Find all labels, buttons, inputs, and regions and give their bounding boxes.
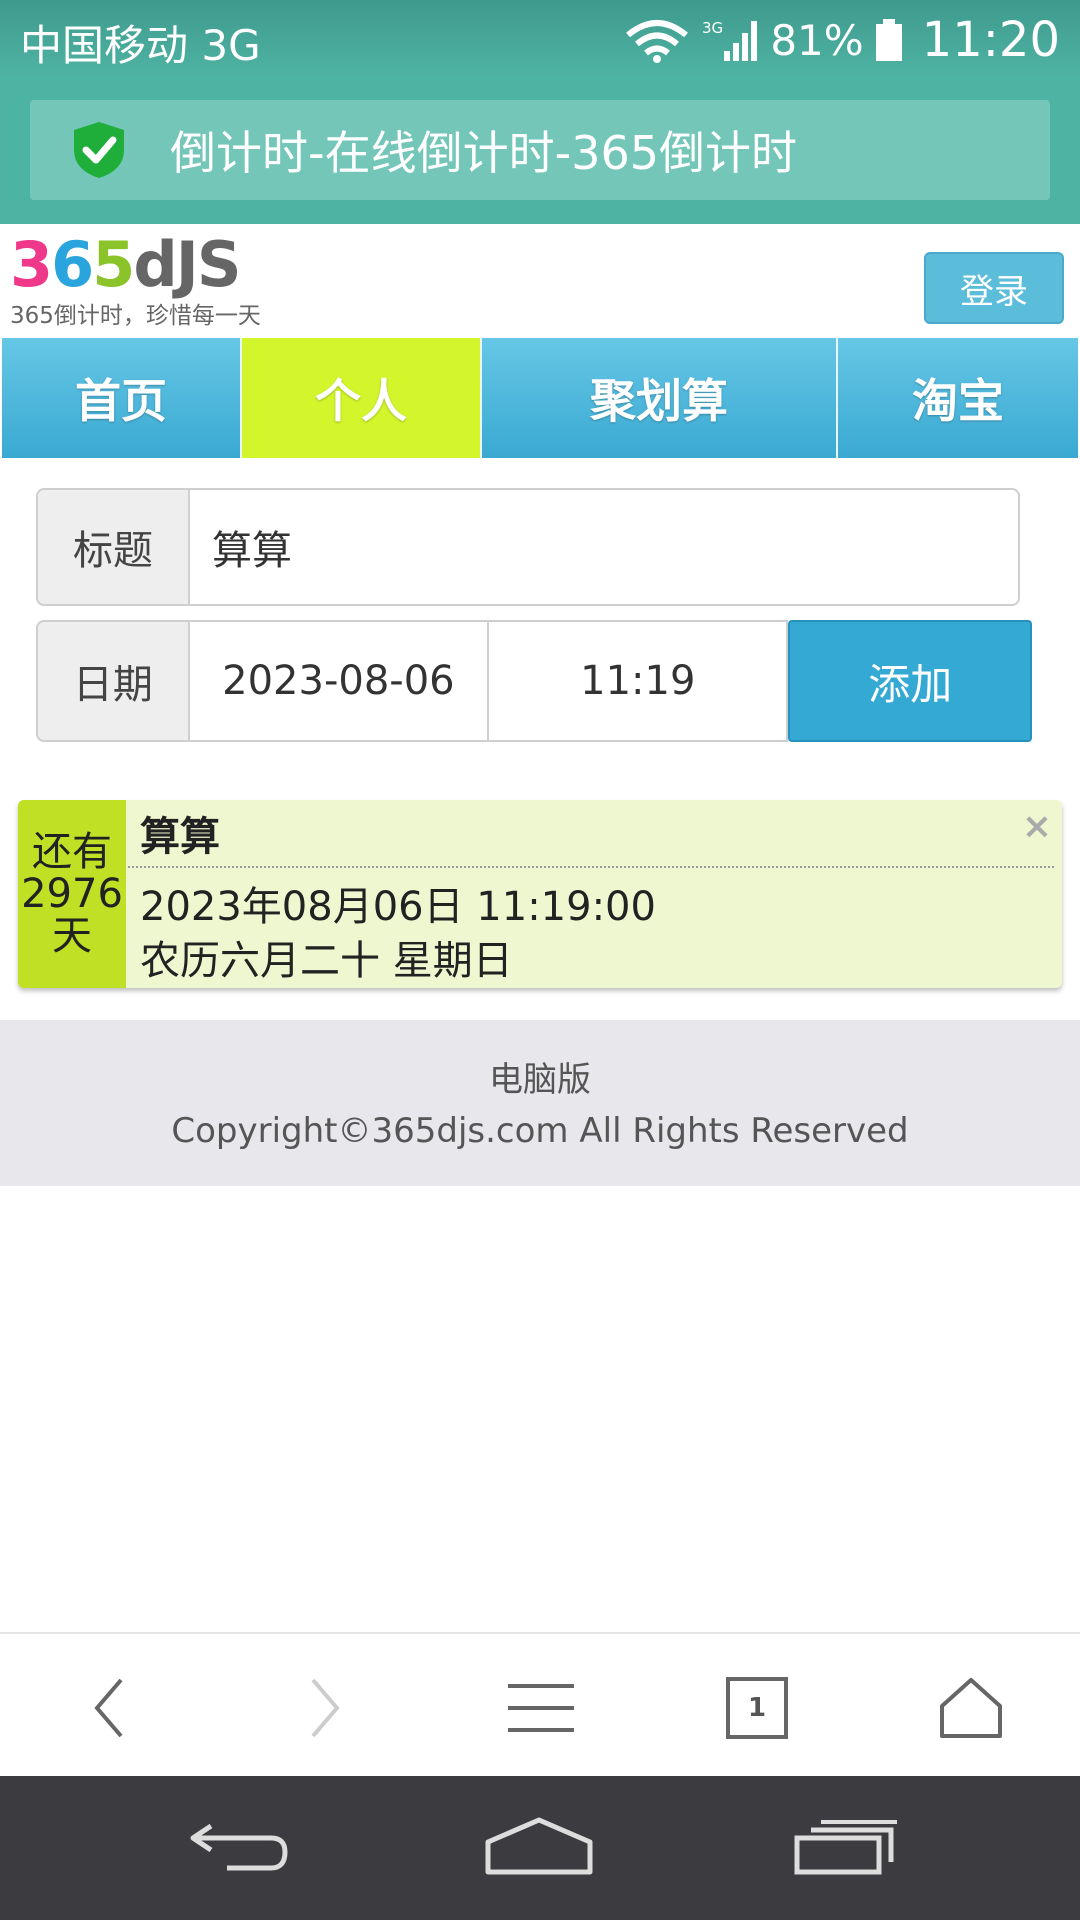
forward-button[interactable] bbox=[280, 1668, 370, 1748]
days-remaining-badge: 还有 2976 天 bbox=[18, 800, 126, 988]
title-input[interactable]: 算算 bbox=[190, 488, 1020, 606]
battery-percent: 81% bbox=[770, 15, 864, 65]
clock: 11:20 bbox=[921, 12, 1060, 68]
logo-mark: 365dJS bbox=[10, 228, 242, 301]
system-back-button[interactable] bbox=[184, 1806, 294, 1886]
time-input[interactable]: 11:19 bbox=[489, 620, 789, 742]
tabs-button[interactable]: 1 bbox=[712, 1668, 802, 1748]
nav-item-juhuasuan[interactable]: 聚划算 bbox=[482, 338, 838, 458]
browser-toolbar: 1 bbox=[0, 1632, 1080, 1778]
network-type-label: 3G bbox=[702, 19, 723, 37]
address-bar[interactable]: 倒计时-在线倒计时-365倒计时 bbox=[30, 100, 1050, 200]
recents-icon bbox=[794, 1820, 897, 1875]
menu-button[interactable] bbox=[496, 1668, 586, 1748]
back-icon bbox=[94, 1678, 123, 1738]
title-label: 标题 bbox=[36, 488, 190, 606]
title-row: 标题 算算 bbox=[36, 488, 1020, 606]
system-back-icon bbox=[190, 1823, 288, 1871]
home-button[interactable] bbox=[926, 1668, 1016, 1748]
site-footer: 电脑版 Copyright©365djs.com All Rights Rese… bbox=[0, 1020, 1080, 1186]
site-logo[interactable]: 365dJS 365倒计时，珍惜每一天 bbox=[10, 232, 261, 330]
shield-check-icon bbox=[74, 122, 124, 178]
days-prefix: 还有 bbox=[32, 829, 112, 875]
add-button[interactable]: 添加 bbox=[788, 620, 1032, 742]
login-button[interactable]: 登录 bbox=[924, 252, 1064, 324]
wifi-icon bbox=[626, 20, 689, 63]
countdown-card[interactable]: 还有 2976 天 算算 × 2023年08月06日 11:19:00 农历六月… bbox=[18, 800, 1062, 988]
system-home-button[interactable] bbox=[484, 1806, 594, 1886]
status-bar: 中国移动 3G 3G 81% 11:20 bbox=[0, 0, 1080, 76]
home-icon bbox=[940, 1678, 1002, 1738]
back-button[interactable] bbox=[64, 1668, 154, 1748]
tabs-icon: 1 bbox=[726, 1677, 788, 1739]
main-nav: 首页 个人 聚划算 淘宝 bbox=[2, 338, 1080, 458]
signal-icon: 3G bbox=[702, 19, 758, 61]
desktop-version-link[interactable]: 电脑版 bbox=[0, 1052, 1080, 1101]
recents-button[interactable] bbox=[790, 1806, 900, 1886]
nav-item-personal[interactable]: 个人 bbox=[242, 338, 482, 458]
date-input[interactable]: 2023-08-06 bbox=[189, 620, 490, 742]
site-slogan: 365倒计时，珍惜每一天 bbox=[10, 303, 261, 329]
carrier-label: 中国移动 3G bbox=[20, 21, 261, 70]
date-row: 日期 2023-08-06 11:19 添加 bbox=[36, 620, 1032, 742]
system-nav-bar bbox=[0, 1776, 1080, 1920]
countdown-datetime: 2023年08月06日 11:19:00 bbox=[140, 884, 656, 930]
nav-item-home[interactable]: 首页 bbox=[2, 338, 242, 458]
days-unit: 天 bbox=[52, 913, 92, 959]
copyright-text: Copyright©365djs.com All Rights Reserved bbox=[171, 1111, 909, 1151]
card-divider bbox=[128, 866, 1054, 868]
page-title: 倒计时-在线倒计时-365倒计时 bbox=[170, 126, 797, 180]
countdown-lunar-date: 农历六月二十 星期日 bbox=[140, 938, 513, 984]
menu-icon bbox=[508, 1684, 574, 1732]
days-count: 2976 bbox=[21, 871, 123, 917]
date-label: 日期 bbox=[36, 620, 190, 742]
status-icons: 3G 81% 11:20 bbox=[612, 12, 1060, 68]
nav-item-taobao[interactable]: 淘宝 bbox=[838, 338, 1078, 458]
system-home-icon bbox=[485, 1817, 593, 1875]
close-icon[interactable]: × bbox=[1022, 806, 1052, 847]
countdown-title: 算算 bbox=[140, 814, 220, 860]
battery-icon bbox=[875, 19, 902, 61]
forward-icon bbox=[311, 1678, 340, 1738]
browser-address-area: 倒计时-在线倒计时-365倒计时 bbox=[0, 76, 1080, 224]
site-header: 365dJS 365倒计时，珍惜每一天 登录 bbox=[0, 224, 1080, 338]
